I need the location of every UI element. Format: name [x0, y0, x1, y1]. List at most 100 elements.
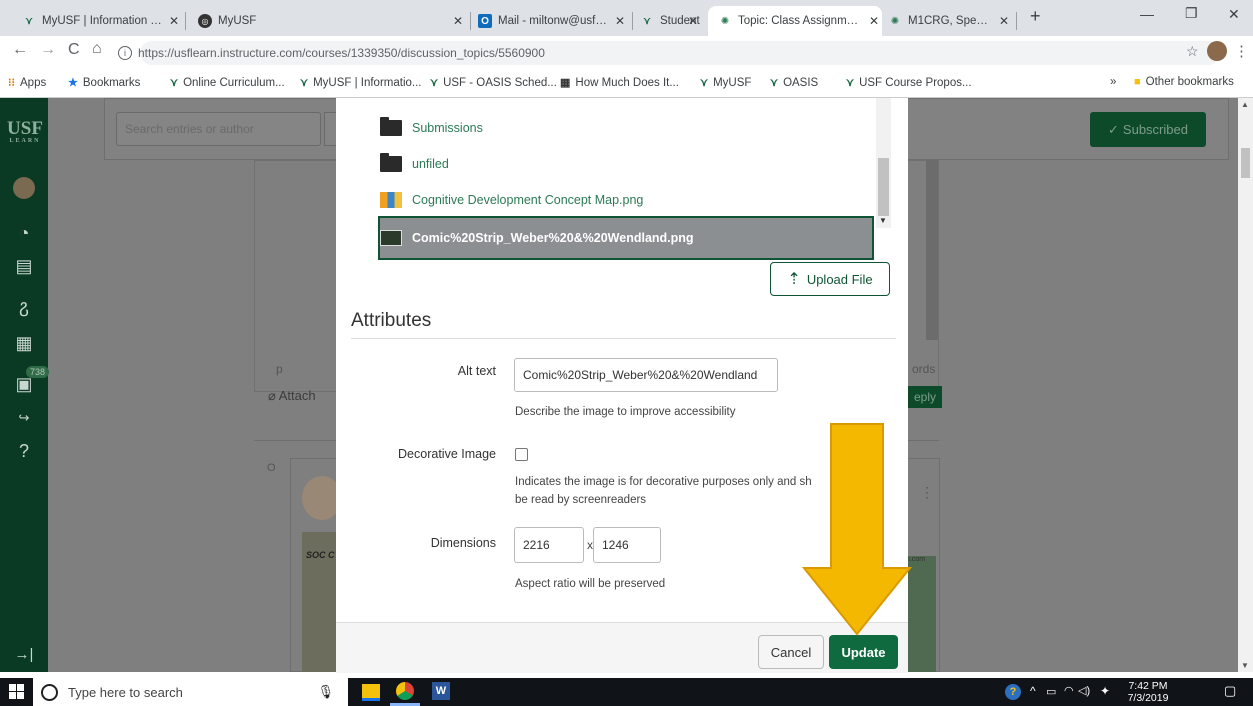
home-icon[interactable]: ⌂ — [92, 40, 102, 58]
scroll-down-icon[interactable]: ▼ — [879, 216, 887, 225]
alt-text-input[interactable]: Comic%20Strip_Weber%20&%20Wendland — [514, 358, 778, 392]
tab-title: MyUSF | Information Te — [42, 15, 162, 27]
image-thumbnail-icon — [380, 230, 402, 246]
search-circle-icon — [41, 683, 58, 701]
update-button[interactable]: Update — [829, 635, 898, 669]
tray-expand-icon[interactable]: ^ — [1030, 684, 1036, 698]
usf-logo[interactable]: USF LEARN — [6, 118, 44, 144]
close-tab-icon[interactable]: ✕ — [866, 14, 882, 28]
word-icon[interactable]: W — [432, 682, 450, 700]
scroll-down-icon[interactable]: ▼ — [1241, 661, 1249, 670]
tab-mail[interactable]: O Mail - miltonw@usf.edu ✕ — [478, 6, 628, 36]
upload-file-button[interactable]: ⇡ Upload File — [770, 262, 890, 296]
other-bookmarks[interactable]: ■ Other bookmarks — [1134, 76, 1234, 88]
clock-time: 7:42 PM — [1128, 680, 1168, 692]
close-tab-icon[interactable]: ✕ — [450, 14, 466, 28]
unread-indicator: O — [267, 462, 276, 474]
editor-scroll — [926, 160, 938, 340]
bookmark-item[interactable]: ★ Bookmarks — [68, 76, 140, 90]
folder-row-unfiled[interactable]: unfiled — [380, 147, 449, 181]
tab-myusf-info[interactable]: ⋎ MyUSF | Information Te ✕ — [22, 6, 182, 36]
entries-search-input[interactable]: Search entries or author — [116, 112, 321, 146]
close-tab-icon[interactable]: ✕ — [166, 14, 182, 28]
tab-separator — [1016, 12, 1017, 30]
page-scroll-thumb[interactable] — [1241, 148, 1250, 178]
window-close-icon[interactable]: ✕ — [1228, 6, 1240, 23]
tab-title: Topic: Class Assignment — [738, 15, 862, 27]
file-explorer-icon[interactable] — [362, 684, 380, 701]
minimize-icon[interactable]: — — [1140, 6, 1154, 22]
logo-subtext: LEARN — [9, 138, 41, 144]
outlook-icon: O — [478, 14, 492, 28]
file-label: unfiled — [412, 157, 449, 171]
close-tab-icon[interactable]: ✕ — [996, 14, 1012, 28]
folder-row-submissions[interactable]: Submissions — [380, 111, 483, 145]
page-scrollbar[interactable] — [1238, 98, 1253, 672]
dropbox-icon[interactable]: ✦ — [1100, 684, 1110, 698]
attach-label: Attach — [278, 388, 316, 403]
close-tab-icon[interactable]: ✕ — [612, 14, 628, 28]
profile-avatar[interactable] — [1207, 41, 1227, 61]
nav-dashboard-icon[interactable]: ◔ — [0, 219, 48, 247]
comic-text: SOC C — [306, 550, 335, 560]
nav-account-avatar[interactable] — [0, 174, 48, 202]
windows-start-icon[interactable] — [9, 684, 24, 699]
decorative-checkbox[interactable] — [515, 448, 528, 461]
file-row-concept-map[interactable]: Cognitive Development Concept Map.png — [380, 183, 643, 217]
cancel-button[interactable]: Cancel — [758, 635, 824, 669]
post-reply-button[interactable]: eply — [908, 386, 942, 408]
tab-speedgrader[interactable]: ✺ M1CRG, SpeedGrader, ✕ — [888, 6, 1012, 36]
taskbar-search[interactable]: Type here to search 🎙 — [33, 678, 348, 706]
entry-options-icon[interactable]: ⋮ — [920, 484, 934, 501]
bookmarks-overflow[interactable]: » — [1110, 76, 1116, 88]
back-icon[interactable]: ← — [12, 41, 28, 59]
nav-courses-icon[interactable]: ▤ — [0, 252, 48, 280]
tab-close-student[interactable]: ✕ — [681, 6, 701, 36]
file-label: Comic%20Strip_Weber%20&%20Wendland.png — [412, 231, 694, 245]
globe-icon: ◎ — [198, 14, 212, 28]
menu-kebab-icon[interactable]: ⋮ — [1234, 42, 1249, 60]
star-icon[interactable]: ☆ — [1186, 43, 1199, 60]
wifi-icon[interactable]: ◠ — [1064, 684, 1074, 697]
file-row-comic-strip[interactable]: Comic%20Strip_Weber%20&%20Wendland.png — [380, 221, 694, 255]
scroll-up-icon[interactable]: ▲ — [1241, 100, 1249, 109]
arrow-shape — [801, 423, 913, 636]
subscribed-button[interactable]: ✓ Subscribed — [1090, 112, 1206, 147]
clock[interactable]: 7:42 PM 7/3/2019 — [1118, 680, 1178, 704]
battery-icon[interactable]: ▭ — [1046, 685, 1056, 698]
bookmark-item[interactable]: ⋎ OASIS — [770, 76, 818, 90]
restore-icon[interactable]: ❐ — [1185, 5, 1198, 22]
volume-icon[interactable]: ◁) — [1078, 684, 1090, 697]
attach-link[interactable]: ⌀ Attach — [268, 388, 316, 404]
collapse-nav-icon[interactable]: →| — [0, 640, 48, 668]
bookmark-item[interactable]: ⋎ MyUSF — [700, 76, 751, 90]
star-icon: ★ — [68, 77, 78, 89]
url-text[interactable]: https://usflearn.instructure.com/courses… — [138, 46, 545, 60]
bookmark-apps[interactable]: ⁝⁝ Apps — [8, 76, 46, 90]
usf-bull-icon: ⋎ — [700, 77, 709, 89]
bookmark-item[interactable]: ⋎ USF Course Propos... — [846, 76, 972, 90]
file-list-scroll-thumb[interactable] — [878, 158, 889, 216]
action-center-icon[interactable]: ▢ — [1224, 683, 1236, 699]
bookmark-item[interactable]: ⋎ USF - OASIS Sched... — [430, 76, 557, 90]
forward-icon[interactable]: → — [40, 41, 56, 59]
tab-myusf[interactable]: ◎ MyUSF ✕ — [198, 6, 466, 36]
tab-class-assignment[interactable]: ✺ Topic: Class Assignment ✕ — [708, 6, 882, 36]
height-input[interactable]: 1246 — [593, 527, 661, 563]
file-label: Submissions — [412, 121, 483, 135]
chrome-icon[interactable] — [396, 682, 414, 700]
width-input[interactable]: 2216 — [514, 527, 584, 563]
bookmark-item[interactable]: ⋎ MyUSF | Informatio... — [300, 76, 422, 90]
close-tab-icon[interactable]: ✕ — [685, 14, 701, 28]
microphone-icon[interactable]: 🎙 — [317, 684, 334, 700]
reload-icon[interactable]: C — [68, 41, 80, 59]
bookmark-item[interactable]: ▦ How Much Does It... — [560, 76, 679, 90]
usf-bull-icon: ⋎ — [770, 77, 779, 89]
nav-groups-icon[interactable]: ჷ — [0, 292, 48, 320]
help-tray-icon[interactable]: ? — [1005, 684, 1021, 700]
new-tab-icon[interactable]: + — [1030, 6, 1041, 27]
nav-history-icon[interactable]: ↪ — [0, 404, 48, 432]
bookmark-item[interactable]: ⋎ Online Curriculum... — [170, 76, 285, 90]
nav-calendar-icon[interactable]: ▦ — [0, 329, 48, 357]
nav-help-icon[interactable]: ? — [0, 437, 48, 465]
